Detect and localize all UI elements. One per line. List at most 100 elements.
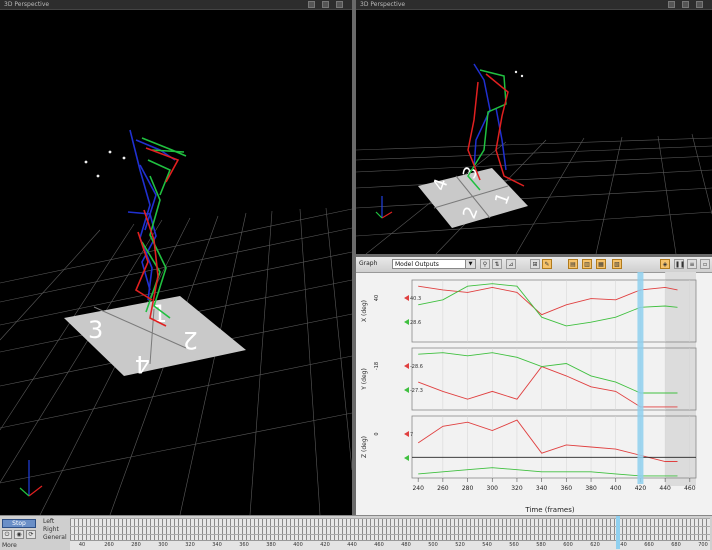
value-marker — [404, 387, 409, 393]
graph-panel: Graph Model Outputs ▼ ⚲ ⇅ ⊿ ⊞ ✎ ▤ ▥ ▦ ▧ … — [356, 257, 712, 515]
subplot-2: Y (deg) -18 -28.6 -27.3 — [361, 347, 697, 411]
subplot-frame — [411, 279, 697, 343]
loop-icon[interactable]: ⟳ — [26, 530, 36, 539]
unselected-range — [665, 272, 696, 486]
right-viewport-title-bar: 3D Perspective — [356, 0, 712, 10]
ruler-tick-label: 300 — [158, 542, 168, 548]
x-tick-label: 300 — [487, 485, 499, 492]
track-left[interactable] — [70, 518, 710, 526]
right-viewport-title: 3D Perspective — [360, 1, 406, 8]
pin-icon[interactable]: ⊿ — [506, 259, 516, 269]
right-viewport-menu-button[interactable] — [696, 1, 703, 8]
layout-d-icon[interactable]: ▧ — [612, 259, 622, 269]
y-tick-label: 40 — [374, 295, 380, 301]
x-tick-label: 380 — [585, 485, 597, 492]
graph-title: Graph — [359, 260, 378, 267]
markers — [84, 150, 126, 178]
ruler-tick-label: 620 — [590, 542, 600, 548]
ruler-tick-label: 580 — [536, 542, 546, 548]
plate-label-3: 3 — [88, 316, 103, 344]
graph-close-button[interactable]: ▫ — [700, 259, 710, 269]
x-tick-label: 280 — [462, 485, 474, 492]
right-viewport-options-button[interactable] — [668, 1, 675, 8]
record-icon[interactable]: ◉ — [14, 530, 24, 539]
highlight-icon[interactable]: ✎ — [542, 259, 552, 269]
subplot-frame — [411, 415, 697, 479]
ruler-tick-label: 700 — [698, 542, 708, 548]
viewport-options-button[interactable] — [308, 1, 315, 8]
viewport-pause-button[interactable] — [322, 1, 329, 8]
plate-label-4: 4 — [135, 350, 150, 378]
ruler-tick-label: 400 — [293, 542, 303, 548]
subplot-frame — [411, 347, 697, 411]
track-label-right: Right — [43, 526, 59, 533]
x-tick-label: 400 — [610, 485, 622, 492]
x-tick-label: 260 — [437, 485, 449, 492]
graph-settings-icon[interactable]: ⊞ — [530, 259, 540, 269]
graph-plot-area[interactable]: X (deg) 40 40.3 28.6 Y (deg) -18 -28.6 -27.3 Z (… — [356, 272, 712, 515]
ruler-tick-label: 320 — [185, 542, 195, 548]
graph-type-value: Model Outputs — [395, 261, 439, 268]
stop-button-label: Stop — [12, 520, 26, 527]
x-tick-label: 460 — [684, 485, 696, 492]
graph-toolbar: Graph Model Outputs ▼ ⚲ ⇅ ⊿ ⊞ ✎ ▤ ▥ ▦ ▧ … — [356, 257, 712, 273]
layout-b-icon[interactable]: ▥ — [582, 259, 592, 269]
value-marker — [404, 363, 409, 369]
left-viewport-title: 3D Perspective — [4, 1, 50, 8]
stop-button[interactable]: Stop — [2, 519, 36, 528]
track-label-more: More — [2, 542, 17, 549]
time-cursor[interactable] — [637, 272, 644, 484]
x-tick-label: 240 — [412, 485, 424, 492]
right-3d-viewport[interactable]: 3 4 1 2 3D Perspective — [356, 0, 712, 254]
y-tick-label: 0 — [374, 432, 380, 435]
power-icon[interactable]: ⏻ — [2, 530, 12, 539]
ruler-tick-label: 520 — [455, 542, 465, 548]
graph-x-axis: 240 260 280 300 320 340 360 380 400 420 440 460 — [412, 478, 696, 492]
ruler-tick-label: 340 — [212, 542, 222, 548]
ruler-tick-label: 420 — [320, 542, 330, 548]
x-tick-label: 420 — [635, 485, 647, 492]
x-tick-label: 320 — [511, 485, 523, 492]
value-marker-label: 7 — [410, 432, 413, 438]
left-scene: 3 1 4 2 — [0, 129, 352, 515]
value-marker — [404, 455, 409, 461]
right-viewport-pause-button[interactable] — [682, 1, 689, 8]
x-tick-label: 340 — [536, 485, 548, 492]
ruler-tick-label: 440 — [347, 542, 357, 548]
timeline-bar: Stop ⏻ ◉ ⟳ Left Right General More 40 260… — [0, 515, 712, 550]
layout-a-icon[interactable]: ▤ — [568, 259, 578, 269]
ruler-tick-label: 480 — [401, 542, 411, 548]
graph-view-icon[interactable]: ◈ — [660, 259, 670, 269]
graph-menu-button[interactable]: ≡ — [687, 259, 697, 269]
ruler-tick-label: 280 — [131, 542, 141, 548]
graph-background — [665, 272, 696, 486]
y-axis-label: Y (deg) — [361, 368, 368, 391]
track-label-left: Left — [43, 518, 55, 525]
ruler-tick-label: 600 — [563, 542, 573, 548]
subplot-3: Z (deg) 0 7 — [361, 415, 697, 479]
graph-type-dropdown[interactable]: Model Outputs ▼ — [392, 259, 476, 269]
filter-icon[interactable]: ⚲ — [480, 259, 490, 269]
layout-c-icon[interactable]: ▦ — [596, 259, 606, 269]
graph-pause-button[interactable]: ❚❚ — [674, 259, 685, 269]
timeline-cursor[interactable] — [616, 516, 620, 549]
right-markers — [514, 70, 524, 78]
ruler-tick-label: 500 — [428, 542, 438, 548]
value-marker-label: 40.3 — [410, 296, 421, 302]
left-viewport-title-bar: 3D Perspective — [0, 0, 352, 10]
y-axis-label: X (deg) — [361, 300, 368, 322]
ruler-tick-label: 260 — [104, 542, 114, 548]
sort-icon[interactable]: ⇅ — [492, 259, 502, 269]
track-right[interactable] — [70, 526, 710, 534]
graph-x-axis-label: Time (frames) — [524, 506, 574, 514]
value-marker-label: -28.6 — [410, 364, 423, 370]
value-marker — [404, 431, 409, 437]
value-marker-label: 28.6 — [410, 320, 421, 326]
viewport-menu-button[interactable] — [336, 1, 343, 8]
ruler-tick-label: 360 — [239, 542, 249, 548]
ruler-tick-label: 560 — [509, 542, 519, 548]
value-marker — [404, 295, 409, 301]
x-tick-label: 360 — [561, 485, 573, 492]
ruler-tick-label: 660 — [644, 542, 654, 548]
left-3d-viewport[interactable]: 3 1 4 2 3D Perspective — [0, 0, 352, 515]
